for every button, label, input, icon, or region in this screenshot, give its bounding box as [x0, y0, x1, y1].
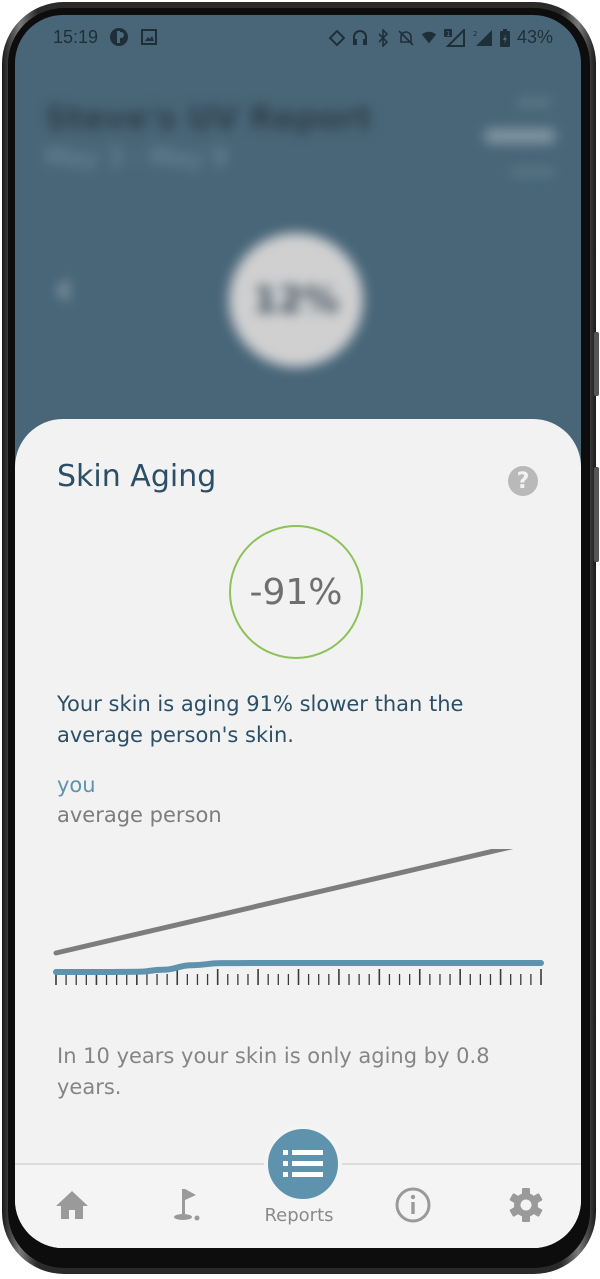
screen: Steve's UV Report May 3 - May 9 ▬▬ ▬▬▬ ‹… — [15, 15, 581, 1248]
nav-home[interactable] — [42, 1185, 102, 1225]
nav-reports-button[interactable] — [264, 1125, 342, 1203]
golf-flag-icon — [174, 1189, 200, 1221]
skin-aging-card: Skin Aging ? -91% Your skin is aging 91%… — [15, 419, 581, 1248]
signal-sim1-icon: 1 — [443, 28, 466, 47]
volume-button — [594, 332, 599, 396]
battery-percent: 43% — [516, 27, 553, 47]
status-time: 15:19 — [53, 27, 99, 47]
aging-percent-value: -91% — [249, 571, 343, 613]
svg-text:2: 2 — [473, 30, 477, 38]
card-title: Skin Aging — [57, 459, 217, 494]
signal-sim2-icon: 2 — [473, 29, 493, 47]
question-mark-icon: ? — [516, 468, 530, 494]
power-button — [594, 467, 599, 562]
home-icon — [56, 1191, 88, 1219]
nav-golf[interactable] — [157, 1185, 217, 1225]
rotate-icon — [328, 29, 345, 47]
help-button[interactable]: ? — [508, 466, 538, 496]
list-icon — [283, 1150, 323, 1177]
gear-icon — [509, 1188, 543, 1222]
aging-percent-ring: -91% — [229, 525, 363, 659]
aging-footnote: In 10 years your skin is only aging by 0… — [57, 1044, 490, 1099]
nav-settings[interactable] — [496, 1185, 556, 1225]
legend-average-person: average person — [57, 803, 222, 827]
battery-charging-icon — [499, 28, 510, 47]
info-icon — [395, 1187, 431, 1223]
bluetooth-icon — [375, 28, 391, 47]
headphones-icon — [352, 29, 368, 47]
mute-icon — [398, 29, 414, 47]
status-bar: 15:19 1 2 43% — [15, 15, 581, 61]
nav-reports-label[interactable]: Reports — [249, 1205, 349, 1226]
aging-chart — [53, 849, 544, 985]
nav-info[interactable] — [383, 1185, 443, 1225]
wifi-icon — [421, 29, 437, 47]
app-notification-icon — [109, 27, 129, 52]
svg-text:1: 1 — [446, 30, 450, 38]
legend-you: you — [57, 773, 96, 797]
aging-summary: Your skin is aging 91% slower than the a… — [57, 692, 464, 747]
average-person-line — [53, 849, 514, 956]
image-icon — [141, 29, 157, 50]
